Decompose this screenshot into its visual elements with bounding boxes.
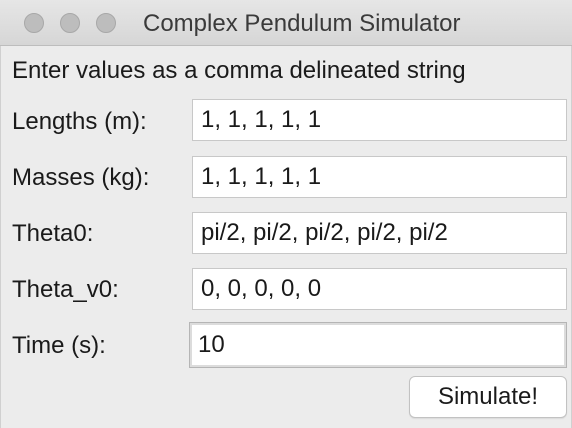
masses-input[interactable]	[192, 156, 567, 198]
time-label: Time (s):	[12, 332, 106, 359]
theta-v0-input[interactable]	[192, 268, 567, 310]
close-icon[interactable]	[24, 13, 44, 33]
zoom-icon[interactable]	[96, 13, 116, 33]
form-panel: Enter values as a comma delineated strin…	[0, 46, 572, 428]
time-input[interactable]	[189, 322, 567, 368]
theta-v0-label: Theta_v0:	[12, 276, 119, 303]
lengths-input[interactable]	[192, 99, 567, 141]
simulate-button[interactable]: Simulate!	[409, 376, 567, 418]
title-bar[interactable]: Complex Pendulum Simulator	[0, 0, 572, 46]
theta0-input[interactable]	[192, 212, 567, 254]
window-title: Complex Pendulum Simulator	[143, 10, 461, 37]
masses-label: Masses (kg):	[12, 164, 150, 191]
app-window: Complex Pendulum Simulator Enter values …	[0, 0, 572, 428]
theta0-label: Theta0:	[12, 220, 94, 247]
lengths-label: Lengths (m):	[12, 108, 147, 135]
minimize-icon[interactable]	[60, 13, 80, 33]
instructions-text: Enter values as a comma delineated strin…	[12, 57, 466, 84]
